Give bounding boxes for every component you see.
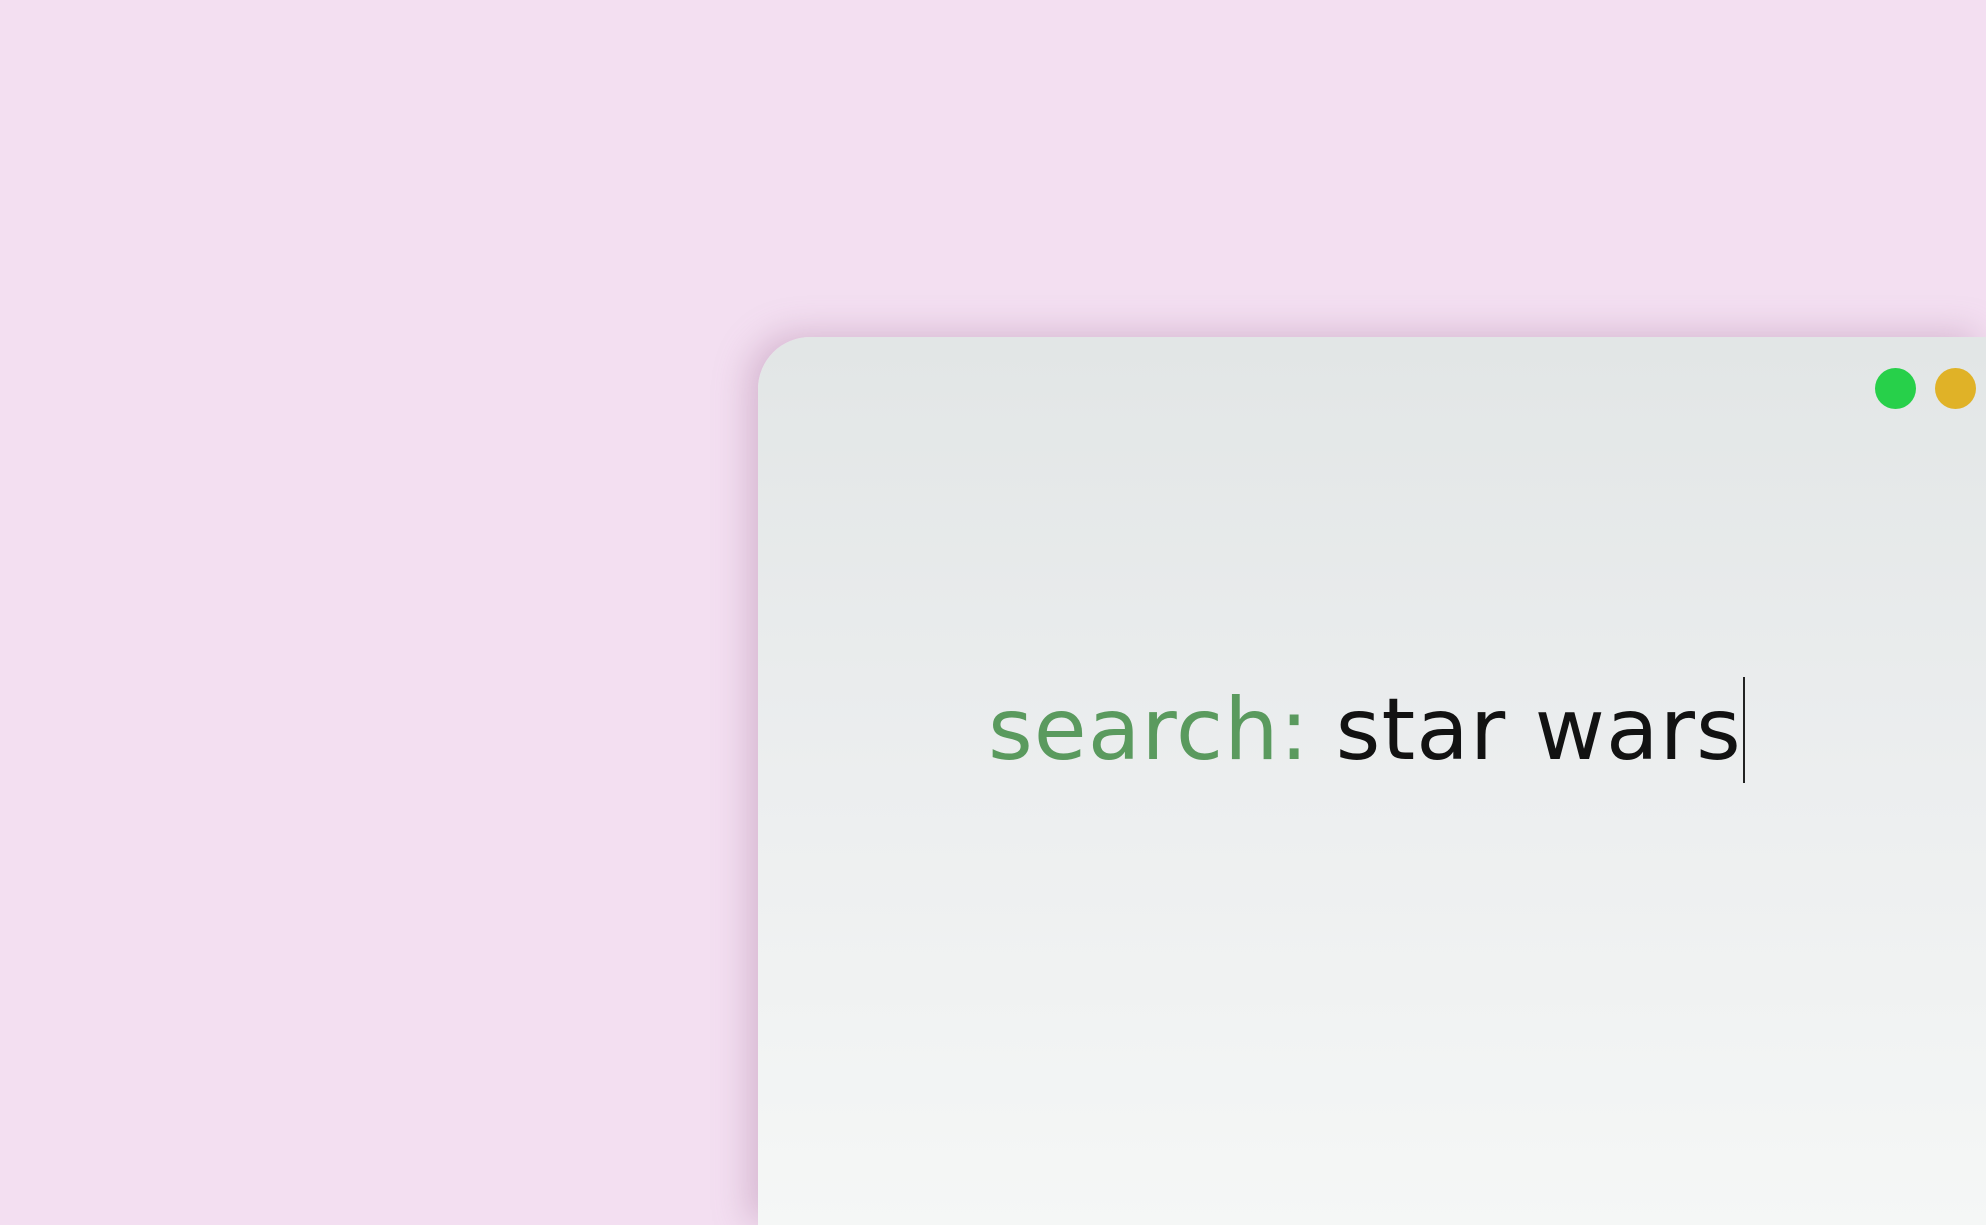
search-field[interactable]: search: star wars xyxy=(988,675,1745,785)
window-controls xyxy=(1875,368,1976,409)
search-input[interactable]: star wars xyxy=(1336,680,1742,780)
app-window: search: star wars xyxy=(758,337,1986,1225)
window-control-yellow-icon[interactable] xyxy=(1935,368,1976,409)
search-label: search: xyxy=(988,680,1310,780)
text-cursor xyxy=(1742,677,1745,783)
window-control-green-icon[interactable] xyxy=(1875,368,1916,409)
